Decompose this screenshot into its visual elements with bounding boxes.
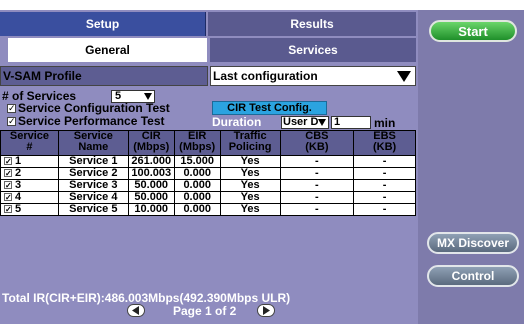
- row-cbs: -: [279, 203, 355, 216]
- service-perf-checkbox[interactable]: ✓: [7, 117, 16, 126]
- table-row[interactable]: ✓ 1 Service 1 261.000 15.000 Yes - -: [0, 155, 416, 168]
- row-name: Service 4: [57, 191, 129, 204]
- row-ebs: -: [353, 155, 416, 168]
- row-name: Service 2: [57, 167, 129, 180]
- cir-test-config-button[interactable]: CIR Test Config.: [212, 101, 327, 115]
- duration-unit: min: [374, 116, 396, 130]
- row-policing[interactable]: Yes: [219, 203, 281, 216]
- profile-label: V-SAM Profile: [0, 66, 208, 86]
- row-cbs: -: [279, 167, 355, 180]
- row-cir[interactable]: 50.000: [127, 191, 175, 204]
- service-config-label: Service Configuration Test: [18, 101, 170, 115]
- row-eir[interactable]: 0.000: [173, 167, 221, 180]
- dropdown-arrow-icon[interactable]: [397, 71, 411, 82]
- tab-setup[interactable]: Setup: [0, 12, 206, 36]
- header-ebs: EBS (KB): [353, 130, 416, 156]
- row-cir[interactable]: 261.000: [127, 155, 175, 168]
- row-checkbox[interactable]: ✓: [4, 157, 12, 166]
- header-service-num: Service #: [0, 130, 59, 156]
- row-num: ✓ 3: [0, 179, 59, 192]
- subtab-general[interactable]: General: [8, 38, 207, 62]
- tab-results[interactable]: Results: [208, 12, 416, 36]
- header-cir: CIR (Mbps): [127, 130, 175, 156]
- header-traffic-policing: Traffic Policing: [219, 130, 281, 156]
- row-cir[interactable]: 10.000: [127, 203, 175, 216]
- row-cbs: -: [279, 191, 355, 204]
- row-num: ✓ 1: [0, 155, 59, 168]
- duration-label: Duration: [212, 115, 262, 129]
- row-cbs: -: [279, 155, 355, 168]
- total-ir-text: Total IR(CIR+EIR):486.003Mbps(492.390Mbp…: [2, 291, 291, 305]
- row-num: ✓ 2: [0, 167, 59, 180]
- profile-dropdown[interactable]: Last configuration: [210, 66, 416, 86]
- duration-input[interactable]: 1: [331, 116, 371, 129]
- profile-value: Last configuration: [213, 69, 318, 83]
- row-checkbox[interactable]: ✓: [4, 205, 12, 214]
- row-ebs: -: [353, 179, 416, 192]
- header-service-name: Service Name: [57, 130, 129, 156]
- mx-discover-button[interactable]: MX Discover: [427, 232, 519, 254]
- chevron-right-icon: [263, 306, 270, 315]
- row-ebs: -: [353, 203, 416, 216]
- control-button[interactable]: Control: [427, 265, 519, 287]
- row-name: Service 1: [57, 155, 129, 168]
- row-policing[interactable]: Yes: [219, 191, 281, 204]
- row-policing[interactable]: Yes: [219, 167, 281, 180]
- page-indicator: Page 1 of 2: [173, 304, 237, 318]
- header-cbs: CBS (KB): [279, 130, 355, 156]
- row-checkbox[interactable]: ✓: [4, 193, 12, 202]
- services-table: Service # Service Name CIR (Mbps) EIR (Mbps)…: [0, 130, 416, 216]
- row-num: ✓ 4: [0, 191, 59, 204]
- table-row[interactable]: ✓ 3 Service 3 50.000 0.000 Yes - -: [0, 179, 416, 192]
- row-eir[interactable]: 0.000: [173, 179, 221, 192]
- row-eir[interactable]: 0.000: [173, 203, 221, 216]
- row-policing[interactable]: Yes: [219, 155, 281, 168]
- prev-page-button[interactable]: [127, 304, 145, 317]
- dropdown-arrow-icon: [318, 119, 326, 126]
- row-name: Service 5: [57, 203, 129, 216]
- row-cir[interactable]: 50.000: [127, 179, 175, 192]
- service-perf-label: Service Performance Test: [18, 114, 165, 128]
- start-button[interactable]: Start: [429, 20, 517, 42]
- row-eir[interactable]: 0.000: [173, 191, 221, 204]
- duration-mode-value: User D: [283, 116, 319, 128]
- subtab-services[interactable]: Services: [210, 38, 416, 62]
- row-checkbox[interactable]: ✓: [4, 169, 12, 178]
- row-eir[interactable]: 15.000: [173, 155, 221, 168]
- chevron-left-icon: [132, 306, 139, 315]
- table-header-row: Service # Service Name CIR (Mbps) EIR (Mbps)…: [0, 130, 416, 156]
- row-num: ✓ 5: [0, 203, 59, 216]
- next-page-button[interactable]: [257, 304, 275, 317]
- row-cbs: -: [279, 179, 355, 192]
- row-policing[interactable]: Yes: [219, 179, 281, 192]
- table-row[interactable]: ✓ 4 Service 4 50.000 0.000 Yes - -: [0, 191, 416, 204]
- service-config-checkbox[interactable]: ✓: [7, 104, 16, 113]
- row-name: Service 3: [57, 179, 129, 192]
- row-cir[interactable]: 100.003: [127, 167, 175, 180]
- dropdown-arrow-icon: [144, 93, 152, 100]
- table-row[interactable]: ✓ 2 Service 2 100.003 0.000 Yes - -: [0, 167, 416, 180]
- header-eir: EIR (Mbps): [173, 130, 221, 156]
- duration-mode-select[interactable]: User D: [281, 116, 329, 129]
- row-checkbox[interactable]: ✓: [4, 181, 12, 190]
- row-ebs: -: [353, 167, 416, 180]
- row-ebs: -: [353, 191, 416, 204]
- table-row[interactable]: ✓ 5 Service 5 10.000 0.000 Yes - -: [0, 203, 416, 216]
